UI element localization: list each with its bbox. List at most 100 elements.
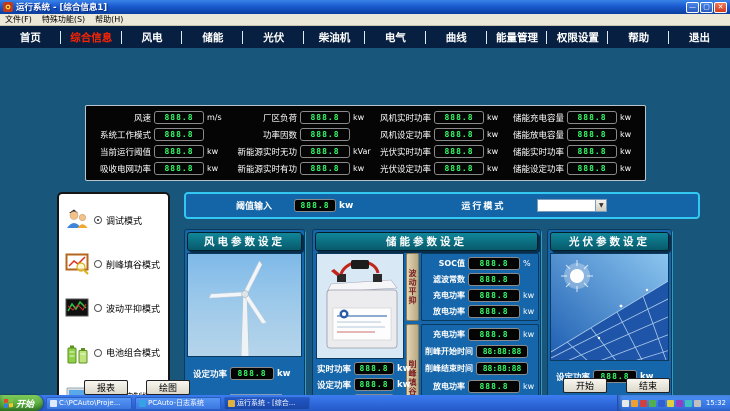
run-mode-label: 运行模式 [461,199,505,212]
radio-battery-combo[interactable] [94,349,102,357]
tray-icon[interactable] [622,400,629,407]
wind-set-power-input[interactable]: 888.8 [230,367,274,380]
metric-wind-set-power: 风机设定功率888.8kw [373,128,507,141]
led-display: 888.8 [567,111,617,124]
threshold-label: 阈值输入 [236,199,272,212]
led-display: 888.8 [154,111,204,124]
taskbar: 开始 C:\PCAuto\Proje... PCAuto-日志系统 运行系统 -… [0,395,730,411]
peak-start-time-input[interactable]: 88:88:88 [476,345,528,358]
valley-discharge-row: 放电功率888.8kw [425,380,535,393]
nav-storage[interactable]: 储能 [182,30,243,45]
metric-storage-charge-capacity: 储能充电容量888.8kw [507,111,640,124]
taskbar-task-explorer[interactable]: C:\PCAuto\Proje... [46,397,132,410]
chevron-down-icon[interactable]: ▼ [595,200,606,211]
led-display: 888.8 [434,128,484,141]
taskbar-task-run-system[interactable]: 运行系统 - [综合... [224,397,310,410]
minimize-icon[interactable]: — [686,2,699,13]
storage-set-input[interactable]: 888.8 [354,378,394,391]
tray-icon[interactable] [685,400,692,407]
soc-display[interactable]: 888.8 [468,257,520,270]
tray-icon[interactable] [694,400,701,407]
main-nav: 首页 综合信息 风电 储能 光伏 柴油机 电气 曲线 能量管理 权限设置 帮助 … [0,26,730,48]
storage-panel: 储能参数设定 波 [312,229,541,411]
metric-grid-absorb-power: 吸收电网功率888.8kw [91,162,227,175]
storage-soc-row: SOC值888.8% [425,257,535,270]
tray-icon[interactable] [649,400,656,407]
led-display: 888.8 [154,145,204,158]
smoothing-strip-label: 波动平抑 [406,253,419,321]
mode-debug[interactable]: 调试模式 [64,208,163,232]
nav-wind[interactable]: 风电 [122,30,183,45]
led-display: 888.8 [300,128,350,141]
report-button[interactable]: 报表 [84,380,128,395]
nav-permissions[interactable]: 权限设置 [547,30,608,45]
storage-smoothing-group: SOC值888.8% 滤波常数888.8 充电功率888.8kw 放电功率888… [421,253,539,321]
metric-renewable-reactive: 新能源实时无功888.8kVar [227,145,373,158]
tray-icon[interactable] [640,400,647,407]
storage-realtime-display: 888.8 [354,362,394,375]
threshold-input[interactable]: 888.8 [294,199,336,212]
charge-power-input[interactable]: 888.8 [468,289,520,302]
nav-exit[interactable]: 退出 [669,30,730,45]
app-icon [228,400,235,407]
tray-icon[interactable] [676,400,683,407]
led-display: 888.8 [434,111,484,124]
peak-end-time-input[interactable]: 88:88:88 [476,362,528,375]
threshold-bar: 阈值输入 888.8 kw 运行模式 ▼ [184,192,700,219]
peak-charge-input[interactable]: 888.8 [468,328,520,341]
metric-storage-realtime-power: 储能实时功率888.8kw [507,145,640,158]
taskbar-clock[interactable]: 15:32 [706,399,726,407]
nav-home[interactable]: 首页 [0,30,61,45]
peak-charge-row: 充电功率888.8kw [425,328,535,341]
mode-smoothing[interactable]: 波动平抑模式 [64,296,163,320]
nav-solar[interactable]: 光伏 [243,30,304,45]
mode-battery-combo[interactable]: 电池组合模式 [64,341,163,365]
close-icon[interactable]: ✕ [714,2,727,13]
tray-icon[interactable] [631,400,638,407]
radio-peak-shaving[interactable] [94,260,102,268]
menu-file[interactable]: 文件(F) [5,14,32,25]
taskbar-task-log-system[interactable]: PCAuto-日志系统 [135,397,221,410]
led-display: 888.8 [567,145,617,158]
nav-energy-mgmt[interactable]: 能量管理 [487,30,548,45]
menu-help[interactable]: 帮助(H) [95,14,123,25]
maximize-icon[interactable]: ▢ [700,2,713,13]
start-button[interactable]: 开始 [563,378,607,393]
menu-special[interactable]: 特殊功能(S) [42,14,85,25]
radio-debug[interactable] [94,216,102,224]
folder-icon [50,400,57,407]
led-display: 888.8 [567,162,617,175]
led-display: 888.8 [300,111,350,124]
app-icon [3,2,13,12]
users-icon [64,208,90,232]
start-menu-button[interactable]: 开始 [0,395,43,411]
storage-charge-row: 充电功率888.8kw [425,289,535,302]
discharge-power-input[interactable]: 888.8 [468,305,520,318]
mode-peak-shaving[interactable]: 削峰填谷模式 [64,252,163,276]
led-display: 888.8 [300,145,350,158]
nav-help[interactable]: 帮助 [608,30,669,45]
run-mode-select[interactable]: ▼ [537,199,607,212]
battery-image [316,253,404,359]
tray-icon[interactable] [667,400,674,407]
draw-button[interactable]: 绘图 [146,380,190,395]
nav-overview[interactable]: 综合信息 [61,30,122,45]
wave-chart-icon [64,296,90,320]
end-button[interactable]: 结束 [626,378,670,393]
tray-icon[interactable] [658,400,665,407]
radio-smoothing[interactable] [94,304,102,312]
mode-sidebar: 调试模式 削峰填谷模式 波动平抑模式 电池组合模式 自动控制模式 [57,192,170,411]
nav-curves[interactable]: 曲线 [426,30,487,45]
storage-panel-title: 储能参数设定 [315,232,538,251]
nav-electric[interactable]: 电气 [365,30,426,45]
metric-system-mode: 系统工作模式888.8 [91,128,227,141]
nav-diesel[interactable]: 柴油机 [304,30,365,45]
storage-set-row: 设定功率888.8kw [317,378,411,391]
valley-discharge-input[interactable]: 888.8 [468,380,520,393]
filter-input[interactable]: 888.8 [468,273,520,286]
window-title: 运行系统 - [综合信息1] [16,1,683,13]
wind-set-power-row: 设定功率 888.8 kw [193,367,291,380]
wind-turbine-image [187,253,302,357]
app-icon [139,400,146,407]
led-display: 888.8 [434,145,484,158]
